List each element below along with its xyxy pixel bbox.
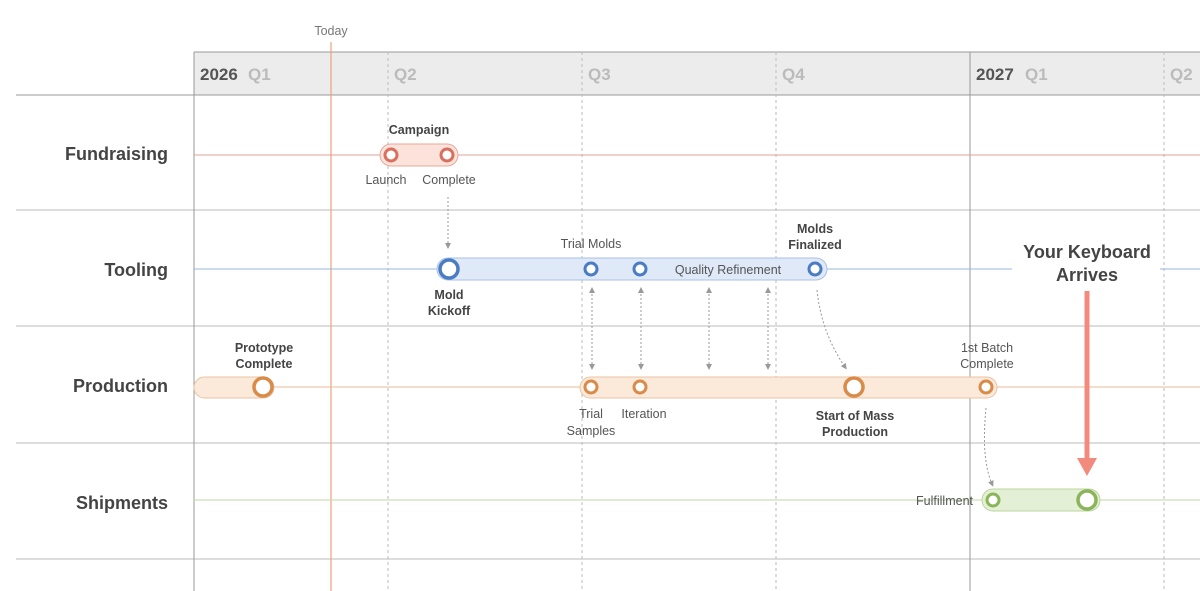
trial-samples-milestone <box>583 379 599 395</box>
mass-production-milestone <box>843 376 865 398</box>
quarter-label: Q3 <box>588 65 611 84</box>
mold-kickoff-label-line2: Kickoff <box>428 304 471 318</box>
quarter-label: Q4 <box>782 65 805 84</box>
mass-production-label-line2: Production <box>822 425 888 439</box>
mold-kickoff-milestone <box>438 258 460 280</box>
trial-samples-label-line2: Samples <box>567 424 616 438</box>
campaign-label: Campaign <box>389 123 449 137</box>
quarter-label: Q2 <box>394 65 417 84</box>
lane-label-shipments: Shipments <box>76 493 168 513</box>
iteration-milestone <box>632 261 648 277</box>
trial-samples-label-line1: Trial <box>579 407 603 421</box>
complete-milestone <box>439 147 455 163</box>
fulfillment-label: Fulfillment <box>916 494 973 508</box>
today-label: Today <box>314 24 348 38</box>
batch-to-fulfillment-connector <box>983 407 994 487</box>
first-batch-label-line1: 1st Batch <box>961 341 1013 355</box>
prototype-complete-milestone <box>252 376 274 398</box>
quarter-2026-q1: 2026 Q1 <box>200 65 271 84</box>
quarter-2027-q1: 2027 Q1 <box>976 65 1048 84</box>
lane-label-production: Production <box>73 376 168 396</box>
quality-refinement-label: Quality Refinement <box>675 263 782 277</box>
fulfillment-start-milestone <box>985 492 1001 508</box>
year-label: 2027 <box>976 65 1014 84</box>
iteration-sample-milestone <box>632 379 648 395</box>
molds-finalized-label-line2: Finalized <box>788 238 841 252</box>
quarter-header-band <box>194 52 1200 95</box>
complete-label: Complete <box>422 173 476 187</box>
launch-label: Launch <box>365 173 406 187</box>
keyboard-arrives-label-line1: Your Keyboard <box>1023 242 1151 262</box>
year-label: 2026 <box>200 65 238 84</box>
roadmap-timeline: 2026 Q1 Q2 Q3 Q4 2027 Q1 Q2 Today Fundra… <box>0 0 1200 591</box>
first-batch-label-line2: Complete <box>960 357 1014 371</box>
keyboard-arrives-milestone <box>1076 489 1098 511</box>
lane-label-fundraising: Fundraising <box>65 144 168 164</box>
mass-production-label-line1: Start of Mass <box>816 409 895 423</box>
molds-finalized-label-line1: Molds <box>797 222 833 236</box>
iteration-label: Iteration <box>621 407 666 421</box>
launch-milestone <box>383 147 399 163</box>
molds-finalized-milestone <box>807 261 823 277</box>
keyboard-arrives-label-line2: Arrives <box>1056 265 1118 285</box>
prototype-complete-label-line2: Complete <box>236 357 293 371</box>
mold-kickoff-label-line1: Mold <box>434 288 463 302</box>
finalized-to-mass-production-connector <box>816 289 847 370</box>
quarter-label: Q1 <box>248 65 271 84</box>
trial-molds-milestone <box>583 261 599 277</box>
quarter-label: Q1 <box>1025 65 1048 84</box>
trial-molds-label: Trial Molds <box>561 237 622 251</box>
prototype-complete-label-line1: Prototype <box>235 341 293 355</box>
quarter-label: Q2 <box>1170 65 1193 84</box>
keyboard-arrives-arrow-shaft <box>1084 291 1090 459</box>
lane-label-tooling: Tooling <box>104 260 168 280</box>
timeline-canvas: 2026 Q1 Q2 Q3 Q4 2027 Q1 Q2 Today Fundra… <box>16 24 1200 591</box>
first-batch-milestone <box>978 379 994 395</box>
keyboard-arrives-arrow-head <box>1077 458 1097 476</box>
